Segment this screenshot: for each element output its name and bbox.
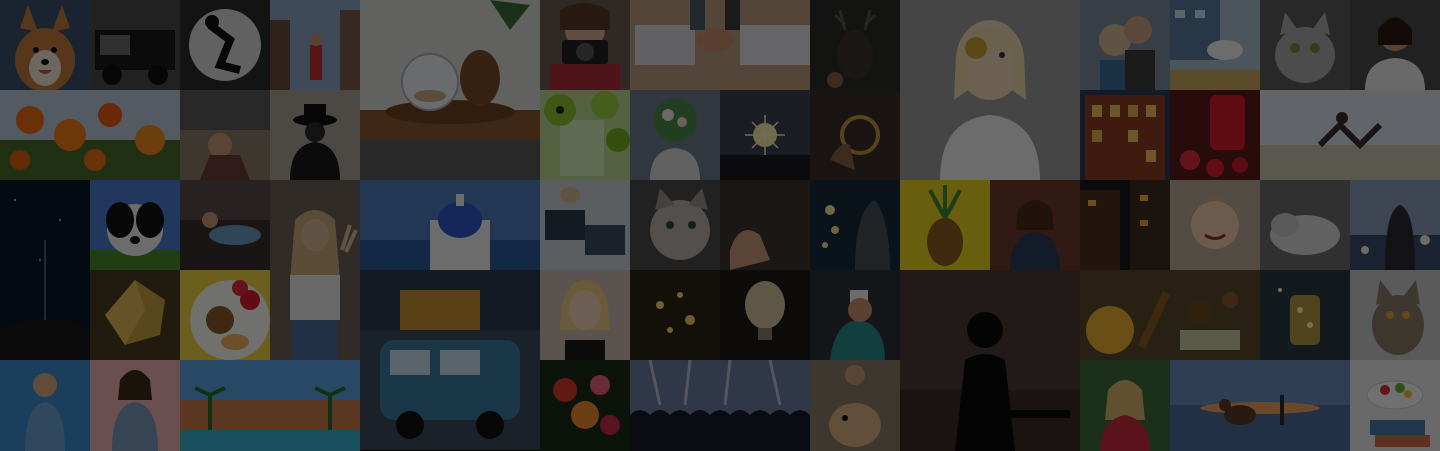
- hat-man-photo: [270, 90, 360, 180]
- light-bulb-hand-photo: [720, 180, 810, 270]
- flower-bouquet-photo: [540, 360, 630, 451]
- silhouette-sunset-photo: [900, 270, 1080, 451]
- sunset-lights-woman-photo: [1350, 180, 1440, 270]
- couple-photo: [1080, 0, 1170, 90]
- brick-wall-woman-photo: [990, 180, 1080, 270]
- office-desk-photo: [540, 180, 630, 270]
- resort-pool-photo: [180, 360, 360, 451]
- compass-hand-photo: [810, 90, 900, 180]
- bulb-night-photo: [720, 270, 810, 360]
- seagull-photo: [1170, 0, 1260, 90]
- sparkler-photo: [720, 90, 810, 180]
- strawberries-photo: [1170, 90, 1260, 180]
- woman-sofa-photo: [180, 180, 270, 270]
- crystal-rock-photo: [90, 270, 180, 360]
- hiker-dog-photo: [810, 360, 900, 451]
- fireflies-jar-photo: [1260, 270, 1350, 360]
- corgi-photo: [0, 0, 90, 90]
- woman-phone-photo: [1350, 0, 1440, 90]
- campervan-photo: [360, 270, 540, 450]
- street-photo: [270, 0, 360, 90]
- santorini-photo: [360, 180, 540, 270]
- border-collie-photo: [90, 180, 180, 270]
- bokeh-woman-photo: [810, 180, 900, 270]
- dog-beach-sunset-photo: [1170, 360, 1350, 451]
- tabby-cat-photo: [1350, 270, 1440, 360]
- dog-sleeping-photo: [1260, 180, 1350, 270]
- red-flowers-woman-photo: [1080, 360, 1170, 451]
- night-street-photo: [1080, 180, 1170, 270]
- flowers-face-photo: [630, 90, 720, 180]
- woman-coin-photo: [900, 0, 1080, 180]
- terrarium-photo: [360, 0, 540, 180]
- deer-photo: [810, 0, 900, 90]
- laptops-photo: [630, 0, 810, 90]
- coffee-man-photo: [810, 270, 900, 360]
- peace-sign-woman-photo: [270, 180, 360, 360]
- denim-woman-photo: [90, 360, 180, 451]
- honey-food-photo: [1080, 270, 1260, 360]
- kiwi-drink-photo: [540, 90, 630, 180]
- camera-woman-photo: [540, 0, 630, 90]
- cat-grey-photo: [1260, 0, 1350, 90]
- blonde-portrait-photo: [540, 270, 630, 360]
- skater-photo: [180, 0, 270, 90]
- smiling-girl-photo: [1170, 180, 1260, 270]
- glowing-lights-photo: [630, 270, 720, 360]
- fruit-plate-photo: [180, 270, 270, 360]
- pineapple-photo: [900, 180, 990, 270]
- truck-photo: [90, 0, 180, 90]
- salad-bowl-photo: [1350, 360, 1440, 451]
- night-sky-photo: [0, 180, 90, 360]
- blue-water-woman-photo: [0, 360, 90, 451]
- photo-mosaic-background: [0, 0, 1440, 451]
- balcony-couple-photo: [180, 90, 270, 180]
- poppies-photo: [0, 90, 180, 180]
- beach-pose-photo: [1260, 90, 1440, 180]
- cat-portrait-photo: [630, 180, 720, 270]
- brick-building-photo: [1080, 90, 1170, 180]
- concert-crowd-photo: [630, 360, 810, 451]
